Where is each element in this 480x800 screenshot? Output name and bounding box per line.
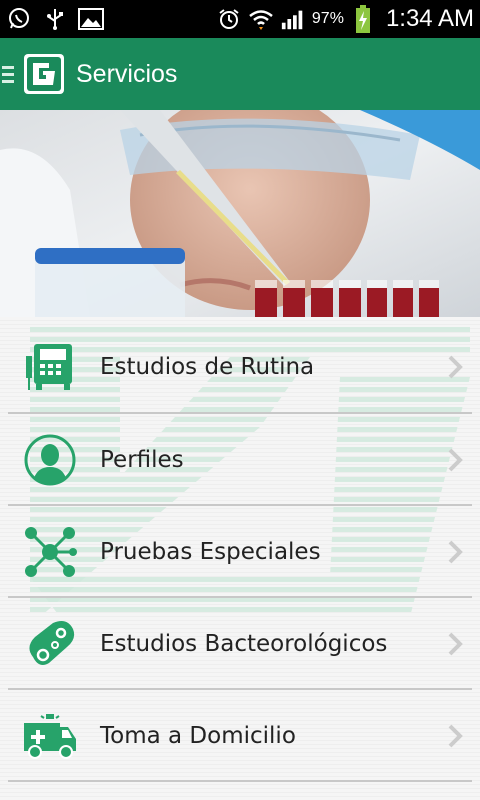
menu-item-label: Perfiles xyxy=(100,447,184,473)
chevron-right-icon xyxy=(448,540,463,564)
drawer-menu-icon[interactable] xyxy=(2,38,18,110)
action-bar: Servicios xyxy=(0,38,480,110)
molecule-icon xyxy=(22,524,78,580)
chevron-right-icon xyxy=(448,355,463,379)
divider xyxy=(8,780,472,782)
menu-item-label: Estudios de Rutina xyxy=(100,354,315,380)
menu-item-label: Pruebas Especiales xyxy=(100,539,321,565)
clock: 1:34 AM xyxy=(385,5,474,32)
chevron-right-icon xyxy=(448,632,463,656)
menu-item-estudios-bacteorologicos[interactable]: Estudios Bacteorológicos xyxy=(8,598,472,690)
alarm-icon xyxy=(216,6,242,32)
app-logo[interactable] xyxy=(24,54,64,94)
gallery-icon xyxy=(78,6,104,32)
services-list: Estudios de Rutina Perfiles Pruebas Espe… xyxy=(0,317,480,800)
battery-charging-icon xyxy=(350,5,376,33)
menu-item-pruebas-especiales[interactable]: Pruebas Especiales xyxy=(8,506,472,598)
wifi-icon xyxy=(248,6,274,32)
lab-analyzer-icon xyxy=(22,339,78,395)
menu-item-estudios-rutina[interactable]: Estudios de Rutina xyxy=(8,321,472,413)
page-title: Servicios xyxy=(76,59,178,88)
chevron-right-icon xyxy=(448,724,463,748)
whatsapp-icon xyxy=(6,6,32,32)
status-bar: 97% 1:34 AM xyxy=(0,0,480,38)
battery-percent: 97% xyxy=(311,10,344,27)
person-profile-icon xyxy=(22,432,78,488)
ambulance-icon xyxy=(22,708,78,764)
menu-item-perfiles[interactable]: Perfiles xyxy=(8,414,472,506)
signal-icon xyxy=(280,6,306,32)
menu-item-label: Estudios Bacteorológicos xyxy=(100,631,388,657)
menu-item-label: Toma a Domicilio xyxy=(100,723,296,749)
usb-icon xyxy=(42,6,68,32)
chevron-right-icon xyxy=(448,448,463,472)
menu-item-toma-domicilio[interactable]: Toma a Domicilio xyxy=(8,690,472,782)
bacteria-icon xyxy=(22,616,78,672)
lab-banner-image xyxy=(0,110,480,317)
